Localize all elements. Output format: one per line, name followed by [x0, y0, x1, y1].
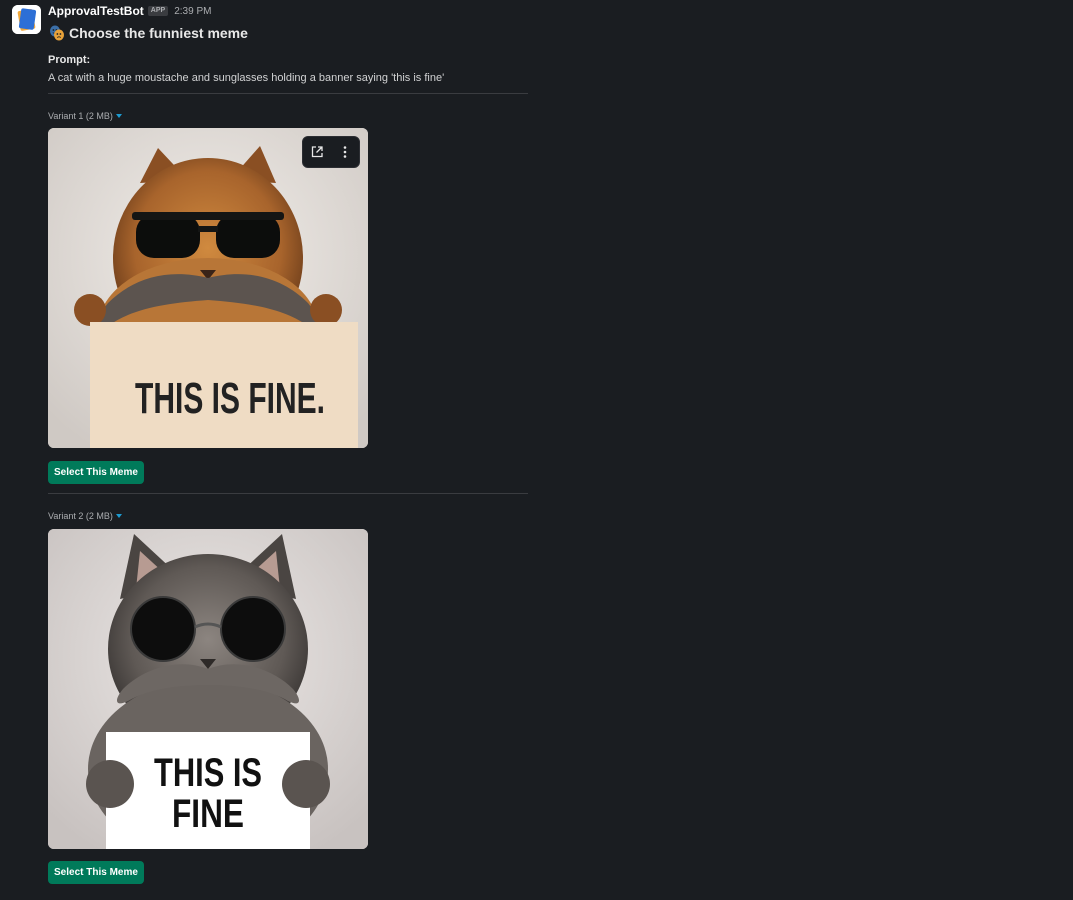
message: ApprovalTestBot APP 2:39 PM Choose the f…: [0, 0, 1073, 900]
variant-2-sign-line-1: THIS IS: [154, 751, 262, 795]
variant-2-label[interactable]: Variant 2 (2 MB): [48, 511, 122, 521]
select-meme-2-button[interactable]: Select This Meme: [48, 861, 144, 884]
app-badge: APP: [147, 6, 169, 16]
timestamp[interactable]: 2:39 PM: [174, 6, 211, 17]
bot-avatar[interactable]: [12, 5, 41, 34]
variant-2-image[interactable]: THIS IS FINE: [48, 529, 368, 849]
prompt-text: A cat with a huge moustache and sunglass…: [48, 72, 445, 84]
divider: [48, 93, 528, 94]
message-title: Choose the funniest meme: [69, 24, 248, 41]
open-external-icon[interactable]: [308, 143, 326, 161]
image-actions: [302, 136, 360, 168]
variant-1-sign-line-1: THIS IS FINE.: [135, 374, 325, 423]
chevron-down-icon: [115, 114, 122, 118]
prompt-label: Prompt:: [48, 54, 91, 66]
variant-2-label-text: Variant 2 (2 MB): [48, 511, 113, 521]
divider: [48, 493, 528, 494]
more-vertical-icon[interactable]: [336, 143, 354, 161]
select-meme-1-button[interactable]: Select This Meme: [48, 461, 144, 484]
variant-1-label-text: Variant 1 (2 MB): [48, 111, 113, 121]
performing-arts-icon: [48, 24, 65, 41]
bot-name[interactable]: ApprovalTestBot: [48, 4, 144, 18]
variant-2-sign-line-2: FINE: [172, 792, 244, 836]
chevron-down-icon: [115, 514, 122, 518]
variant-1-label[interactable]: Variant 1 (2 MB): [48, 111, 122, 121]
message-header: ApprovalTestBot APP 2:39 PM: [48, 4, 211, 18]
title-row: Choose the funniest meme: [48, 24, 248, 41]
variant-1-image[interactable]: THIS IS FINE.: [48, 128, 368, 448]
